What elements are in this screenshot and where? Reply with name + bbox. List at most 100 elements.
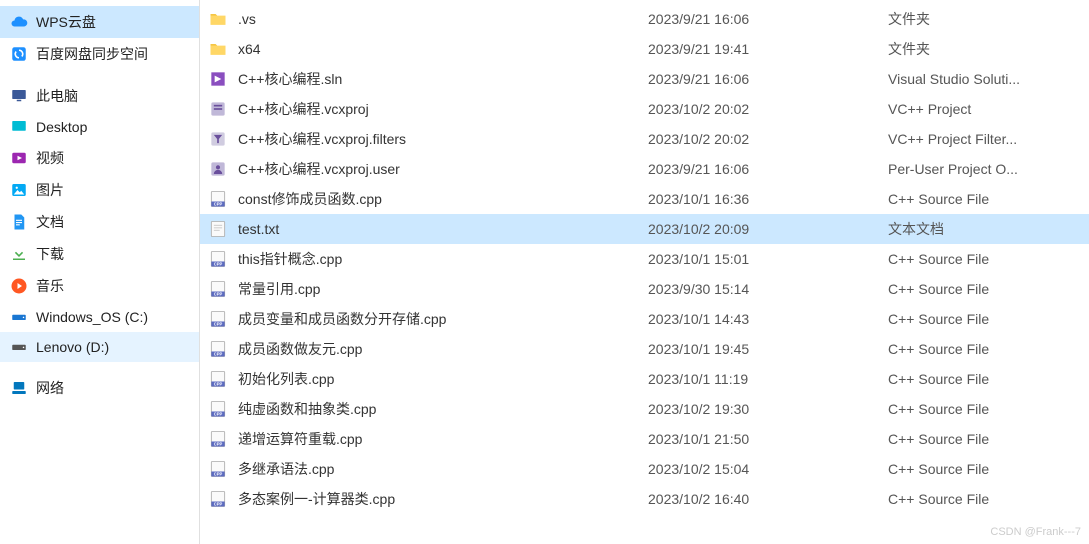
file-row[interactable]: .vs 2023/9/21 16:06 文件夹 bbox=[200, 4, 1089, 34]
sidebar-item-7[interactable]: 下载 bbox=[0, 238, 199, 270]
file-row[interactable]: C++核心编程.sln 2023/9/21 16:06 Visual Studi… bbox=[200, 64, 1089, 94]
file-type: VC++ Project bbox=[888, 101, 1081, 117]
drive-icon bbox=[10, 338, 28, 356]
file-row[interactable]: CPP 多继承语法.cpp 2023/10/2 15:04 C++ Source… bbox=[200, 454, 1089, 484]
file-date: 2023/10/1 14:43 bbox=[648, 311, 888, 327]
filters-icon bbox=[208, 129, 228, 149]
cpp-icon: CPP bbox=[208, 399, 228, 419]
sidebar-item-6[interactable]: 文档 bbox=[0, 206, 199, 238]
file-name: 多态案例一-计算器类.cpp bbox=[238, 489, 395, 509]
file-date: 2023/9/21 16:06 bbox=[648, 11, 888, 27]
sidebar-item-label: 百度网盘同步空间 bbox=[36, 44, 148, 64]
svg-text:CPP: CPP bbox=[214, 292, 223, 297]
sidebar-item-label: 图片 bbox=[36, 180, 64, 200]
file-date: 2023/10/2 15:04 bbox=[648, 461, 888, 477]
file-name: x64 bbox=[238, 41, 261, 57]
file-type: 文件夹 bbox=[888, 39, 1081, 59]
file-row[interactable]: CPP 成员函数做友元.cpp 2023/10/1 19:45 C++ Sour… bbox=[200, 334, 1089, 364]
sidebar-item-10[interactable]: Lenovo (D:) bbox=[0, 332, 199, 362]
file-row[interactable]: CPP this指针概念.cpp 2023/10/1 15:01 C++ Sou… bbox=[200, 244, 1089, 274]
file-type: C++ Source File bbox=[888, 191, 1081, 207]
file-date: 2023/9/21 19:41 bbox=[648, 41, 888, 57]
file-type: 文件夹 bbox=[888, 9, 1081, 29]
sidebar-item-0[interactable]: WPS云盘 bbox=[0, 6, 199, 38]
cpp-icon: CPP bbox=[208, 459, 228, 479]
file-date: 2023/10/1 11:19 bbox=[648, 371, 888, 387]
file-date: 2023/10/2 20:09 bbox=[648, 221, 888, 237]
file-type: C++ Source File bbox=[888, 281, 1081, 297]
file-type: C++ Source File bbox=[888, 251, 1081, 267]
cpp-icon: CPP bbox=[208, 369, 228, 389]
user-icon bbox=[208, 159, 228, 179]
file-row[interactable]: x64 2023/9/21 19:41 文件夹 bbox=[200, 34, 1089, 64]
svg-text:CPP: CPP bbox=[214, 502, 223, 507]
doc-icon bbox=[10, 213, 28, 231]
file-row[interactable]: CPP 纯虚函数和抽象类.cpp 2023/10/2 19:30 C++ Sou… bbox=[200, 394, 1089, 424]
download-icon bbox=[10, 245, 28, 263]
svg-text:CPP: CPP bbox=[214, 352, 223, 357]
drive-icon bbox=[10, 308, 28, 326]
file-type: VC++ Project Filter... bbox=[888, 131, 1081, 147]
file-row[interactable]: CPP 常量引用.cpp 2023/9/30 15:14 C++ Source … bbox=[200, 274, 1089, 304]
picture-icon bbox=[10, 181, 28, 199]
sidebar: WPS云盘百度网盘同步空间此电脑Desktop 视频图片文档下载音乐 Windows… bbox=[0, 0, 200, 544]
file-row[interactable]: CPP 多态案例一-计算器类.cpp 2023/10/2 16:40 C++ S… bbox=[200, 484, 1089, 514]
file-name: 初始化列表.cpp bbox=[238, 369, 334, 389]
sidebar-item-4[interactable]: 视频 bbox=[0, 142, 199, 174]
file-name: C++核心编程.vcxproj bbox=[238, 99, 369, 119]
sidebar-item-11[interactable]: 网络 bbox=[0, 372, 199, 404]
file-type: C++ Source File bbox=[888, 341, 1081, 357]
file-row[interactable]: CPP const修饰成员函数.cpp 2023/10/1 16:36 C++ … bbox=[200, 184, 1089, 214]
file-name: test.txt bbox=[238, 221, 279, 237]
file-row[interactable]: CPP 递增运算符重载.cpp 2023/10/1 21:50 C++ Sour… bbox=[200, 424, 1089, 454]
file-name: this指针概念.cpp bbox=[238, 249, 342, 269]
file-row[interactable]: test.txt 2023/10/2 20:09 文本文档 bbox=[200, 214, 1089, 244]
svg-text:CPP: CPP bbox=[214, 262, 223, 267]
file-date: 2023/10/1 21:50 bbox=[648, 431, 888, 447]
sidebar-item-1[interactable]: 百度网盘同步空间 bbox=[0, 38, 199, 70]
file-name: 常量引用.cpp bbox=[238, 279, 320, 299]
file-date: 2023/10/2 16:40 bbox=[648, 491, 888, 507]
file-type: C++ Source File bbox=[888, 401, 1081, 417]
svg-text:CPP: CPP bbox=[214, 322, 223, 327]
file-date: 2023/9/21 16:06 bbox=[648, 71, 888, 87]
file-name: 成员函数做友元.cpp bbox=[238, 339, 362, 359]
sidebar-item-9[interactable]: Windows_OS (C:) bbox=[0, 302, 199, 332]
pc-icon bbox=[10, 87, 28, 105]
file-row[interactable]: CPP 初始化列表.cpp 2023/10/1 11:19 C++ Source… bbox=[200, 364, 1089, 394]
file-date: 2023/10/2 20:02 bbox=[648, 101, 888, 117]
cpp-icon: CPP bbox=[208, 189, 228, 209]
sidebar-item-8[interactable]: 音乐 bbox=[0, 270, 199, 302]
sidebar-item-label: 音乐 bbox=[36, 276, 64, 296]
file-list: .vs 2023/9/21 16:06 文件夹 x64 2023/9/21 19… bbox=[200, 0, 1089, 544]
file-type: C++ Source File bbox=[888, 491, 1081, 507]
file-row[interactable]: CPP 成员变量和成员函数分开存储.cpp 2023/10/1 14:43 C+… bbox=[200, 304, 1089, 334]
file-name: 多继承语法.cpp bbox=[238, 459, 334, 479]
cpp-icon: CPP bbox=[208, 489, 228, 509]
folder-icon bbox=[208, 39, 228, 59]
svg-text:CPP: CPP bbox=[214, 202, 223, 207]
file-date: 2023/10/1 15:01 bbox=[648, 251, 888, 267]
file-type: C++ Source File bbox=[888, 431, 1081, 447]
sidebar-item-label: 文档 bbox=[36, 212, 64, 232]
file-type: C++ Source File bbox=[888, 461, 1081, 477]
file-name: 递增运算符重载.cpp bbox=[238, 429, 362, 449]
sidebar-item-label: 视频 bbox=[36, 148, 64, 168]
file-date: 2023/10/2 20:02 bbox=[648, 131, 888, 147]
file-row[interactable]: C++核心编程.vcxproj.filters 2023/10/2 20:02 … bbox=[200, 124, 1089, 154]
file-row[interactable]: C++核心编程.vcxproj.user 2023/9/21 16:06 Per… bbox=[200, 154, 1089, 184]
file-name: const修饰成员函数.cpp bbox=[238, 189, 382, 209]
sln-icon bbox=[208, 69, 228, 89]
sidebar-item-2[interactable]: 此电脑 bbox=[0, 80, 199, 112]
svg-text:CPP: CPP bbox=[214, 382, 223, 387]
sidebar-item-3[interactable]: Desktop bbox=[0, 112, 199, 142]
file-row[interactable]: C++核心编程.vcxproj 2023/10/2 20:02 VC++ Pro… bbox=[200, 94, 1089, 124]
file-date: 2023/10/1 19:45 bbox=[648, 341, 888, 357]
file-name: .vs bbox=[238, 11, 256, 27]
sidebar-item-label: 下载 bbox=[36, 244, 64, 264]
file-type: C++ Source File bbox=[888, 311, 1081, 327]
network-icon bbox=[10, 379, 28, 397]
sidebar-item-label: Lenovo (D:) bbox=[36, 339, 109, 355]
sidebar-item-5[interactable]: 图片 bbox=[0, 174, 199, 206]
sidebar-item-label: WPS云盘 bbox=[36, 12, 96, 32]
